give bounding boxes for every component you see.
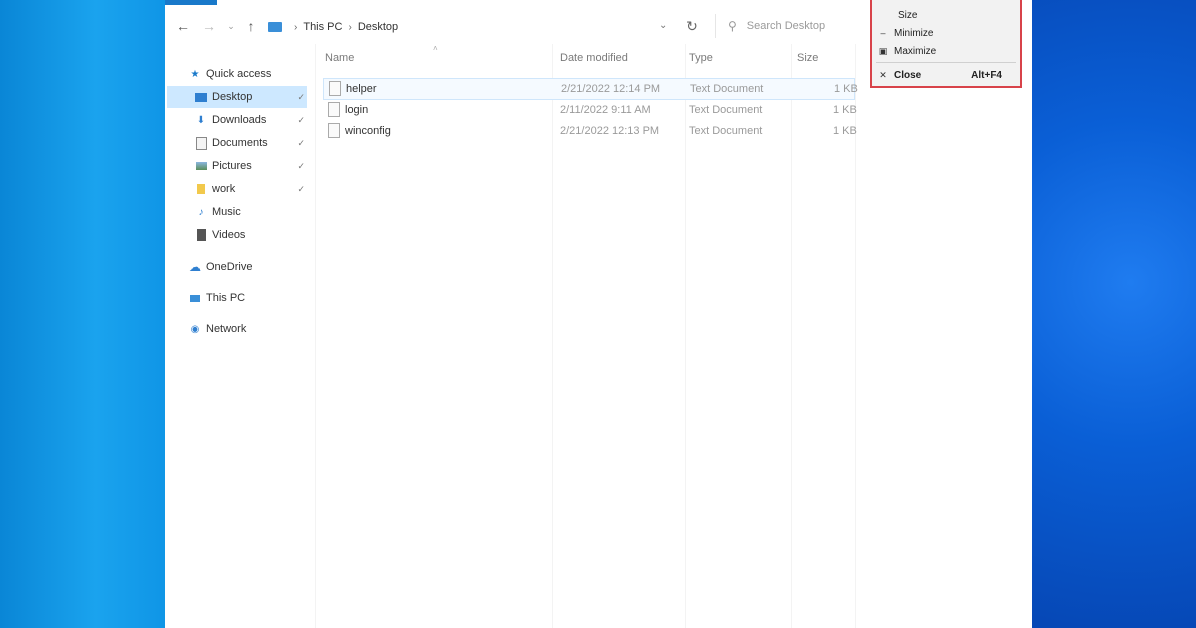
file-date: 2/21/2022 12:13 PM [560,125,660,137]
ribbon-file-tab[interactable] [165,0,217,5]
documents-icon [195,136,207,150]
pin-icon[interactable]: ✓ [297,92,305,103]
nav-label: Pictures [212,160,252,172]
nav-item-desktop[interactable]: Desktop ✓ [167,86,307,108]
network-icon: ◉ [190,323,200,335]
desktop-background [1032,0,1196,628]
nav-item-documents[interactable]: Documents ✓ [195,132,307,154]
refresh-icon[interactable]: ↻ [683,15,701,37]
videos-icon [195,229,207,241]
up-arrow-icon[interactable]: ↑ [241,14,261,38]
music-icon: ♪ [198,206,204,218]
file-date: 2/21/2022 12:14 PM [561,83,661,95]
file-row[interactable]: winconfig 2/21/2022 12:13 PM Text Docume… [323,121,857,141]
file-name: helper [346,83,377,95]
file-row[interactable]: helper 2/21/2022 12:14 PM Text Document … [323,78,858,100]
file-name: winconfig [345,125,391,137]
pictures-icon [195,160,207,172]
window-system-menu: Size – Minimize ▣ Maximize ✕ Close Alt+F… [870,0,1022,88]
breadcrumb-chevron-icon: › [348,21,352,33]
file-explorer-window: ← → ⌄ ↑ › This PC › Desktop ⌄ ↻ ⚲ Search… [165,0,1032,628]
nav-this-pc[interactable]: This PC [189,287,307,309]
recent-locations-chevron-icon[interactable]: ⌄ [221,14,241,38]
nav-label: Network [206,323,247,335]
file-list: ˄ Name Date modified Type Size helper 2/… [315,44,1032,628]
file-size: 1 KB [834,83,858,95]
nav-label: Quick access [206,68,272,80]
text-file-icon [328,102,340,117]
menu-item-maximize[interactable]: ▣ Maximize [872,42,1020,60]
breadcrumb-this-pc[interactable]: This PC [303,21,342,33]
text-file-icon [329,81,341,96]
close-shortcut: Alt+F4 [971,69,1002,81]
nav-onedrive[interactable]: ☁ OneDrive [189,256,307,278]
nav-item-music[interactable]: ♪ Music [195,201,307,223]
column-header-name[interactable]: Name [325,52,354,64]
file-row[interactable]: login 2/11/2022 9:11 AM Text Document 1 … [323,100,857,120]
nav-label: Desktop [212,91,253,103]
nav-label: Videos [212,229,246,241]
file-name: login [345,104,369,116]
desktop-icon [195,91,207,103]
column-header-date[interactable]: Date modified [560,52,628,64]
pin-icon[interactable]: ✓ [297,138,305,149]
file-size: 1 KB [833,104,857,116]
minimize-icon: – [880,28,886,38]
menu-separator [876,62,1016,63]
nav-item-videos[interactable]: Videos [195,224,307,246]
file-type: Text Document [689,125,763,137]
nav-item-pictures[interactable]: Pictures ✓ [195,155,307,177]
breadcrumb-chevron-icon: › [294,21,298,33]
nav-quick-access[interactable]: ★ Quick access [189,63,331,85]
this-pc-icon [268,22,282,32]
nav-item-downloads[interactable]: ⬇ Downloads ✓ [195,109,307,131]
navigation-pane: ★ Quick access Desktop ✓ ⬇ Downloads ✓ D… [165,60,315,628]
menu-item-minimize[interactable]: – Minimize [872,24,1020,42]
sort-caret-icon: ˄ [433,44,438,53]
menu-label: Minimize [894,27,934,39]
folder-icon [195,183,207,195]
cloud-icon: ☁ [189,260,201,274]
nav-label: This PC [206,292,246,304]
maximize-icon: ▣ [878,45,888,56]
star-icon: ★ [190,68,200,80]
nav-network[interactable]: ◉ Network [189,318,307,340]
nav-label: Music [212,206,241,218]
menu-label: Maximize [894,45,937,57]
file-type: Text Document [689,104,763,116]
menu-label: Size [898,9,918,21]
menu-item-size[interactable]: Size [872,6,1020,24]
this-pc-icon [189,292,201,304]
pin-icon[interactable]: ✓ [297,115,305,126]
pin-icon[interactable]: ✓ [297,184,305,195]
address-bar[interactable]: › This PC › Desktop [261,14,683,40]
column-header-type[interactable]: Type [689,52,713,64]
nav-label: work [212,183,236,195]
pin-icon[interactable]: ✓ [297,161,305,172]
file-date: 2/11/2022 9:11 AM [560,104,651,116]
search-icon: ⚲ [728,19,737,33]
nav-label: Documents [212,137,268,149]
address-dropdown-icon[interactable]: ⌄ [659,20,667,31]
search-placeholder: Search Desktop [746,20,826,32]
close-icon: ✕ [879,69,887,80]
menu-item-close[interactable]: ✕ Close Alt+F4 [872,66,1020,84]
nav-item-work[interactable]: work ✓ [195,178,307,200]
file-type: Text Document [690,83,764,95]
back-arrow-icon[interactable]: ← [173,14,193,38]
breadcrumb-desktop[interactable]: Desktop [358,21,398,33]
file-size: 1 KB [833,125,857,137]
nav-label: Downloads [212,114,267,126]
column-header-size[interactable]: Size [797,52,818,64]
pane-divider [315,44,316,628]
forward-arrow-icon[interactable]: → [199,14,219,38]
text-file-icon [328,123,340,138]
download-icon: ⬇ [196,114,206,126]
nav-label: OneDrive [206,261,253,273]
search-box[interactable]: ⚲ Search Desktop [715,14,876,38]
